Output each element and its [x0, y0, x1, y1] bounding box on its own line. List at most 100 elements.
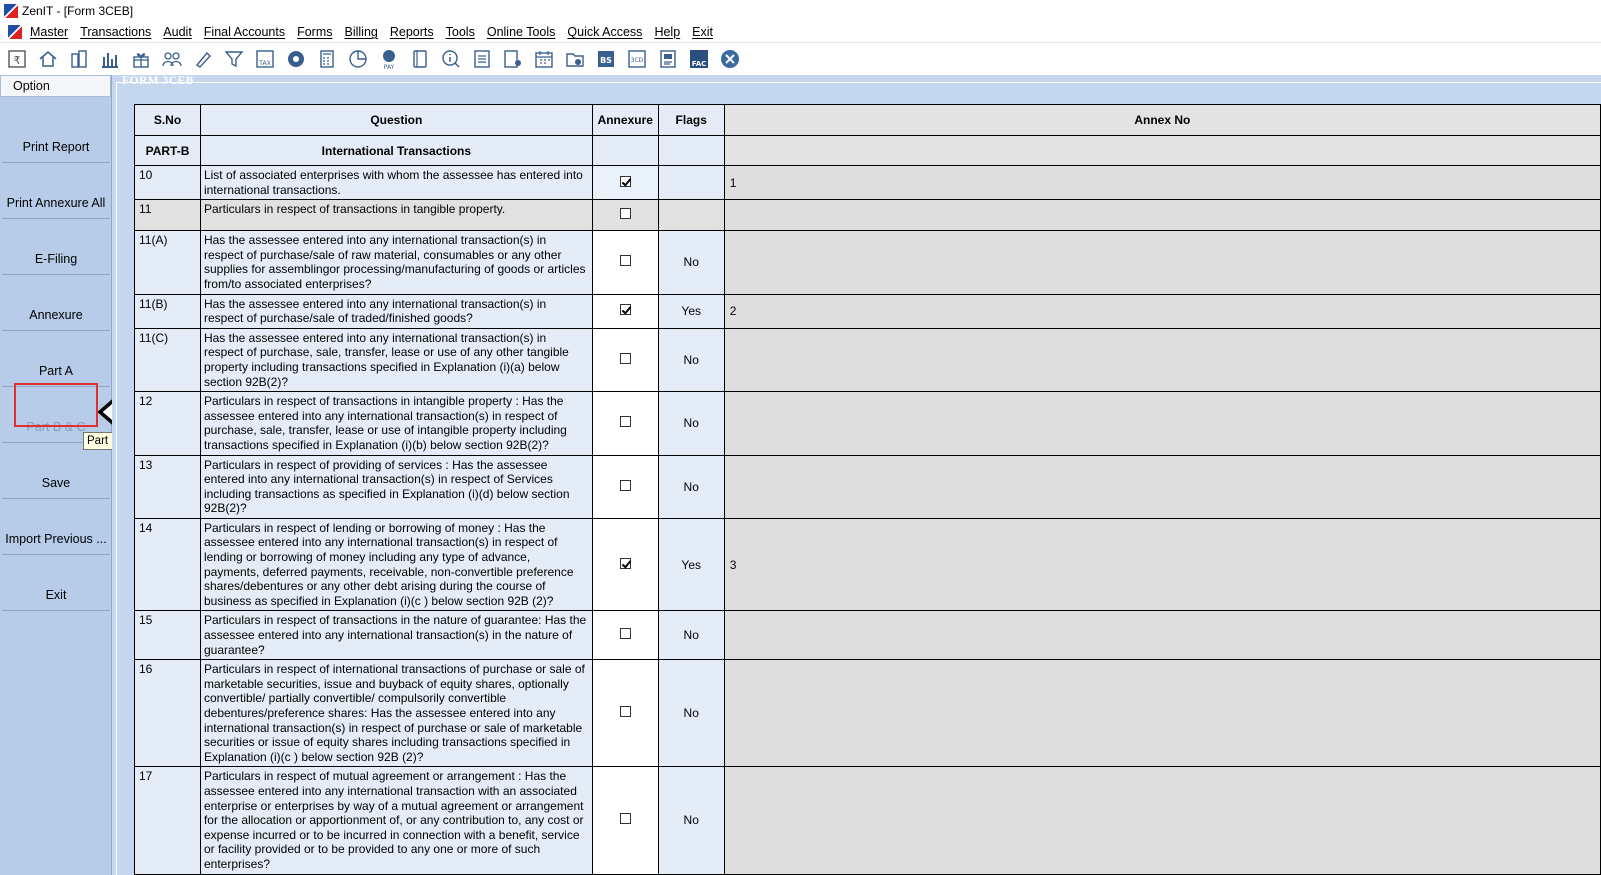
menu-master[interactable]: Master: [30, 25, 68, 39]
row-flag[interactable]: Yes: [657, 293, 725, 329]
table-row[interactable]: 13 Particulars in respect of providing o…: [134, 454, 1601, 519]
row-flag[interactable]: No: [657, 659, 725, 768]
print-report-button[interactable]: Print Report: [2, 109, 110, 163]
book-icon[interactable]: [407, 46, 433, 72]
annexure-checkbox[interactable]: [619, 175, 631, 187]
annexure-checkbox[interactable]: [619, 813, 631, 825]
row-annex-no[interactable]: 2: [723, 293, 1601, 329]
home-icon[interactable]: [35, 46, 61, 72]
svg-text:3CD: 3CD: [631, 57, 644, 64]
table-row[interactable]: 12 Particulars in respect of transaction…: [134, 391, 1601, 456]
row-annex-no[interactable]: [723, 659, 1601, 768]
row-annex-no[interactable]: [723, 230, 1601, 295]
report-icon[interactable]: [655, 46, 681, 72]
pen-icon[interactable]: [190, 46, 216, 72]
row-flag[interactable]: [657, 164, 725, 201]
close-circle-icon[interactable]: [717, 46, 743, 72]
annexure-checkbox[interactable]: [619, 352, 631, 364]
annexure-checkbox[interactable]: [619, 416, 631, 428]
row-annex-no[interactable]: [723, 610, 1601, 661]
column-header-question[interactable]: Question: [199, 104, 593, 136]
row-flag[interactable]: No: [657, 327, 725, 393]
folder-add-icon[interactable]: [562, 46, 588, 72]
calculator-icon[interactable]: [314, 46, 340, 72]
row-question: Particulars in respect of lending or bor…: [199, 517, 593, 612]
annexure-checkbox[interactable]: [619, 208, 631, 220]
menu-online-tools[interactable]: Online Tools: [487, 25, 556, 39]
3cd-icon[interactable]: 3CD: [624, 46, 650, 72]
menu-billing[interactable]: Billing: [345, 25, 378, 39]
table-row[interactable]: 11 Particulars in respect of transaction…: [134, 199, 1601, 232]
column-header-flags[interactable]: Flags: [657, 104, 725, 136]
row-annex-no[interactable]: [723, 327, 1601, 393]
row-flag[interactable]: No: [657, 454, 725, 519]
row-flag[interactable]: No: [657, 391, 725, 456]
menu-transactions[interactable]: Transactions: [80, 25, 151, 39]
document-user-icon[interactable]: [500, 46, 526, 72]
table-row[interactable]: 16 Particulars in respect of internation…: [134, 659, 1601, 768]
row-flag[interactable]: No: [657, 766, 725, 875]
info-icon[interactable]: [438, 46, 464, 72]
ledger-icon[interactable]: [469, 46, 495, 72]
import-previous-button[interactable]: Import Previous ...: [2, 501, 110, 555]
row-flag[interactable]: No: [657, 610, 725, 661]
row-sno: 11(A): [134, 230, 201, 295]
table-row[interactable]: 10 List of associated enterprises with w…: [134, 164, 1601, 201]
column-header-annex-no[interactable]: Annex No: [723, 104, 1601, 136]
menu-exit[interactable]: Exit: [692, 25, 713, 39]
part-a-button[interactable]: Part A: [2, 333, 110, 387]
form-grid: S.No Question Annexure Flags Annex No PA…: [134, 104, 1601, 875]
table-row[interactable]: 15 Particulars in respect of transaction…: [134, 610, 1601, 661]
menu-forms[interactable]: Forms: [297, 25, 332, 39]
row-sno: 11(B): [134, 293, 201, 329]
column-header-annexure[interactable]: Annexure: [591, 104, 659, 136]
fac-icon[interactable]: FAC: [686, 46, 712, 72]
menu-reports[interactable]: Reports: [390, 25, 434, 39]
annexure-checkbox[interactable]: [619, 706, 631, 718]
menu-help[interactable]: Help: [654, 25, 680, 39]
pay-icon[interactable]: PAY: [376, 46, 402, 72]
annexure-checkbox[interactable]: [619, 557, 631, 569]
disc-icon[interactable]: [283, 46, 309, 72]
bar-chart-icon[interactable]: [97, 46, 123, 72]
row-flag[interactable]: [657, 199, 725, 232]
row-flag[interactable]: Yes: [657, 517, 725, 612]
table-row[interactable]: 11(A) Has the assessee entered into any …: [134, 230, 1601, 295]
row-annex-no[interactable]: [723, 199, 1601, 232]
row-annex-no[interactable]: [723, 391, 1601, 456]
menu-quick-access[interactable]: Quick Access: [567, 25, 642, 39]
buildings-icon[interactable]: [66, 46, 92, 72]
annexure-button[interactable]: Annexure: [2, 277, 110, 331]
row-sno: 11(C): [134, 327, 201, 393]
annexure-checkbox[interactable]: [619, 304, 631, 316]
save-button[interactable]: Save: [2, 445, 110, 499]
print-annexure-all-button[interactable]: Print Annexure All: [2, 165, 110, 219]
row-annex-no[interactable]: [723, 766, 1601, 875]
menu-final-accounts[interactable]: Final Accounts: [204, 25, 285, 39]
exit-button[interactable]: Exit: [2, 557, 110, 611]
rupee-book-icon[interactable]: ₹: [4, 46, 30, 72]
row-question: Particulars in respect of providing of s…: [199, 454, 593, 519]
row-annex-no[interactable]: 3: [723, 517, 1601, 612]
pie-chart-icon[interactable]: [345, 46, 371, 72]
table-row[interactable]: 11(C) Has the assessee entered into any …: [134, 327, 1601, 393]
row-annex-no[interactable]: [723, 454, 1601, 519]
annexure-checkbox[interactable]: [619, 479, 631, 491]
annexure-checkbox[interactable]: [619, 255, 631, 267]
calendar-icon[interactable]: [531, 46, 557, 72]
table-row[interactable]: 11(B) Has the assessee entered into any …: [134, 293, 1601, 329]
users-icon[interactable]: [159, 46, 185, 72]
gift-icon[interactable]: [128, 46, 154, 72]
row-annex-no[interactable]: 1: [723, 164, 1601, 201]
annexure-checkbox[interactable]: [619, 628, 631, 640]
row-flag[interactable]: No: [657, 230, 725, 295]
tax-save-icon[interactable]: TAX: [252, 46, 278, 72]
filter-icon[interactable]: [221, 46, 247, 72]
table-row[interactable]: 17 Particulars in respect of mutual agre…: [134, 766, 1601, 875]
e-filing-button[interactable]: E-Filing: [2, 221, 110, 275]
table-row[interactable]: 14 Particulars in respect of lending or …: [134, 517, 1601, 612]
column-header-sno[interactable]: S.No: [134, 104, 201, 136]
menu-tools[interactable]: Tools: [446, 25, 475, 39]
menu-audit[interactable]: Audit: [163, 25, 192, 39]
bs-icon[interactable]: BS: [593, 46, 619, 72]
